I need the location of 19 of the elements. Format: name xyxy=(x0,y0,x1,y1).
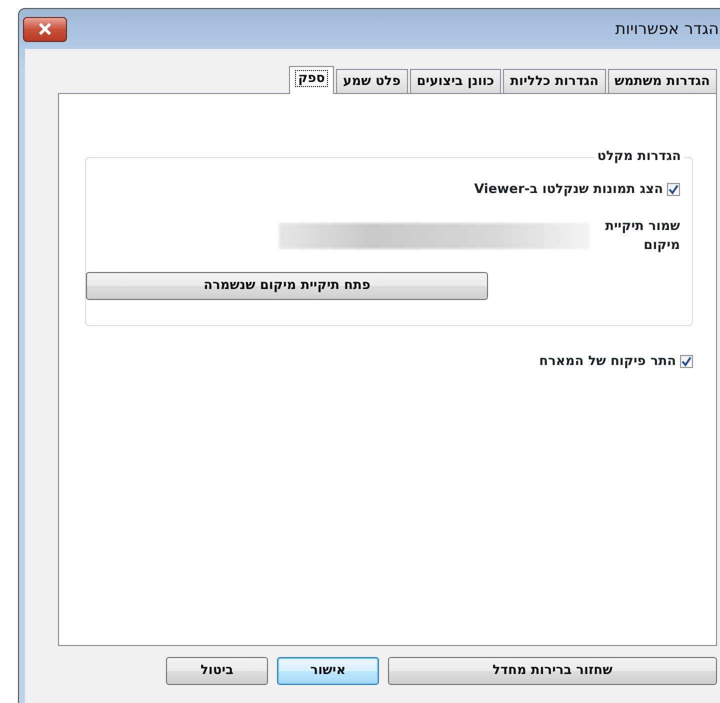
tab[interactable]: הגדרות משתמש xyxy=(608,69,717,93)
checkbox-label: התר פיקוח של המארח xyxy=(539,353,676,371)
dialog-button[interactable]: אישור xyxy=(277,657,379,685)
checkbox[interactable] xyxy=(667,183,680,196)
blurred-path-field[interactable] xyxy=(279,223,590,249)
checkbox-label: הצג תמונות שנקלטו ב-Viewer xyxy=(474,181,663,199)
tab[interactable]: ספק xyxy=(289,66,334,94)
close-button[interactable] xyxy=(23,16,67,42)
dialog-button[interactable]: ביטול xyxy=(166,657,268,685)
dialog-button[interactable]: שחזור ברירות מחדל xyxy=(388,657,717,685)
tab[interactable]: כוונן ביצועים xyxy=(410,69,502,93)
close-icon xyxy=(38,23,52,35)
checkbox[interactable] xyxy=(680,355,693,368)
tab[interactable]: הגדרות כלליות xyxy=(503,69,606,93)
field-label: שמור תיקיית מיקום xyxy=(604,218,680,255)
tab[interactable]: פלט שמע xyxy=(336,69,408,93)
open-folder-button[interactable]: פתח תיקיית מיקום שנשמרה xyxy=(86,272,488,300)
group-title: הגדרות מקלט xyxy=(594,149,684,165)
window-title: הגדר אפשרויות xyxy=(615,18,719,40)
